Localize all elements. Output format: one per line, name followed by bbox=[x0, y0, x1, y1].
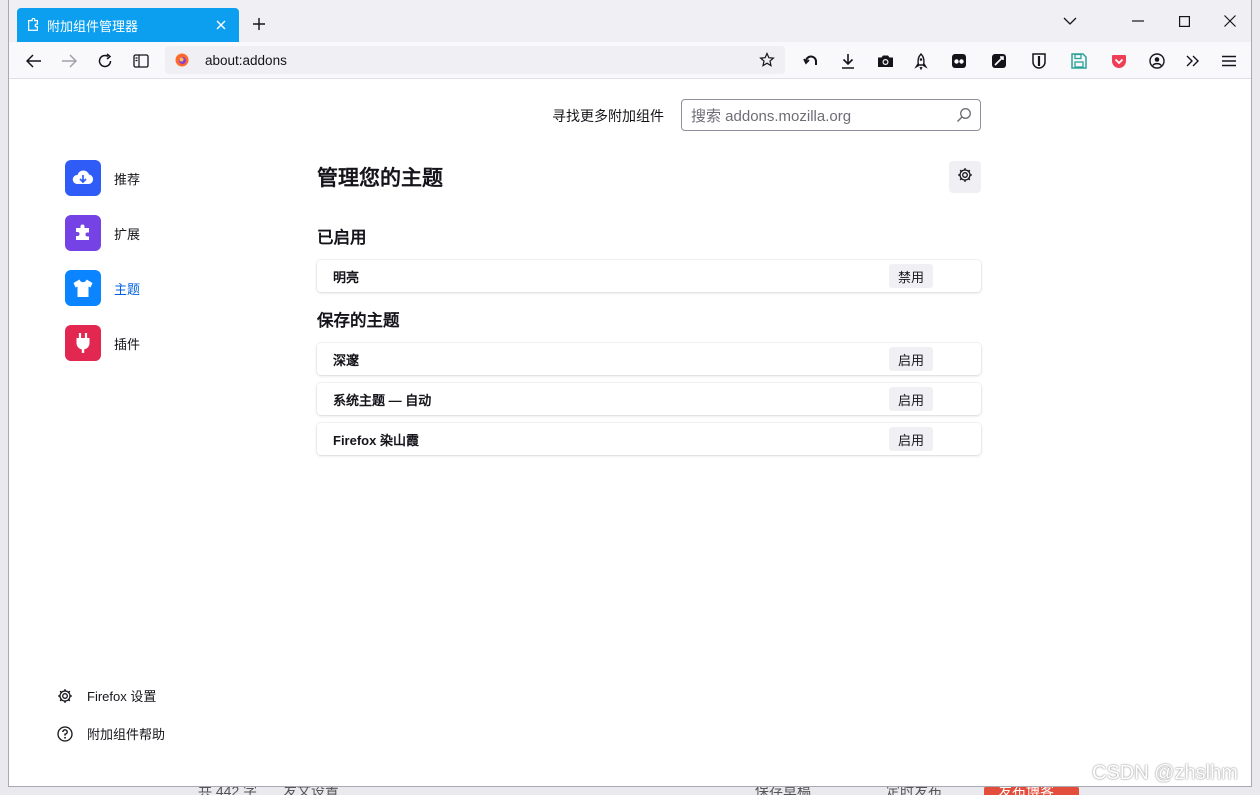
new-tab-button[interactable] bbox=[249, 14, 269, 34]
category-label: 扩展 bbox=[114, 226, 141, 242]
enable-button[interactable]: 启用 bbox=[889, 347, 933, 371]
theme-name: 明亮 bbox=[333, 269, 360, 285]
screenshot-icon[interactable] bbox=[874, 50, 896, 72]
category-label: 主题 bbox=[114, 281, 141, 297]
category-extensions[interactable]: 扩展 bbox=[65, 215, 140, 251]
overflow-chevron-icon[interactable] bbox=[1182, 50, 1204, 72]
tab-list-chevron-icon[interactable] bbox=[1059, 10, 1081, 32]
category-label: 推荐 bbox=[114, 171, 141, 187]
title-bar: 附加组件管理器 bbox=[9, 0, 1251, 42]
tab-title: 附加组件管理器 bbox=[47, 18, 139, 34]
enable-button[interactable]: 启用 bbox=[889, 387, 933, 411]
forward-button[interactable] bbox=[58, 50, 80, 72]
enable-button[interactable]: 启用 bbox=[889, 427, 933, 451]
theme-name: 系统主题 — 自动 bbox=[333, 392, 432, 408]
address-bar[interactable]: about:addons bbox=[165, 46, 785, 74]
save-icon[interactable] bbox=[1068, 50, 1090, 72]
category-label: 插件 bbox=[114, 336, 141, 352]
extension-tool-icon[interactable] bbox=[988, 50, 1010, 72]
maximize-button[interactable] bbox=[1173, 10, 1195, 32]
category-themes[interactable]: 主题 bbox=[65, 270, 140, 306]
extension-game-icon[interactable] bbox=[948, 50, 970, 72]
navigation-toolbar: about:addons bbox=[9, 42, 1251, 79]
page-title: 管理您的主题 bbox=[317, 167, 443, 190]
reload-button[interactable] bbox=[94, 50, 116, 72]
gear-icon bbox=[957, 167, 973, 188]
theme-card-saved[interactable]: 系统主题 — 自动 启用 bbox=[317, 383, 981, 415]
search-label: 寻找更多附加组件 bbox=[552, 108, 664, 124]
bookmark-star-icon[interactable] bbox=[759, 52, 775, 71]
pocket-icon[interactable] bbox=[1108, 50, 1130, 72]
menu-hamburger-icon[interactable] bbox=[1218, 50, 1240, 72]
undo-close-icon[interactable] bbox=[800, 50, 822, 72]
search-icon bbox=[956, 107, 972, 127]
tools-gear-button[interactable] bbox=[949, 161, 981, 193]
shirt-icon bbox=[65, 270, 101, 306]
disable-button[interactable]: 禁用 bbox=[889, 264, 933, 288]
url-text: about:addons bbox=[205, 52, 287, 68]
theme-name: 深邃 bbox=[333, 352, 360, 368]
addons-search-input[interactable]: 搜索 addons.mozilla.org bbox=[681, 99, 981, 131]
theme-card-saved[interactable]: Firefox 染山霞 启用 bbox=[317, 423, 981, 455]
theme-card-saved[interactable]: 深邃 启用 bbox=[317, 343, 981, 375]
close-tab-icon[interactable] bbox=[213, 17, 229, 33]
browser-window: 附加组件管理器 about:addons 寻找更多附加组件 搜索 addons.… bbox=[8, 0, 1252, 787]
close-window-button[interactable] bbox=[1219, 10, 1241, 32]
category-recommended[interactable]: 推荐 bbox=[65, 160, 140, 196]
download-icon[interactable] bbox=[837, 50, 859, 72]
firefox-settings-link[interactable]: Firefox 设置 bbox=[57, 686, 156, 705]
firefox-logo-icon bbox=[173, 51, 191, 69]
puzzle-icon bbox=[65, 215, 101, 251]
help-label: 附加组件帮助 bbox=[87, 727, 166, 742]
cloud-download-icon bbox=[65, 160, 101, 196]
minimize-button[interactable] bbox=[1127, 10, 1149, 32]
sidebar-toggle-icon[interactable] bbox=[130, 50, 152, 72]
tab-addons-manager[interactable]: 附加组件管理器 bbox=[17, 8, 239, 42]
watermark-text: CSDN @zhslhm bbox=[1092, 762, 1238, 784]
addons-page: 寻找更多附加组件 搜索 addons.mozilla.org 推荐 扩展 主题 bbox=[9, 80, 1251, 786]
enabled-heading: 已启用 bbox=[317, 229, 367, 247]
shield-icon[interactable] bbox=[1028, 50, 1050, 72]
theme-name: Firefox 染山霞 bbox=[333, 432, 419, 448]
addons-help-link[interactable]: 附加组件帮助 bbox=[57, 724, 165, 743]
gear-icon bbox=[57, 688, 73, 704]
puzzle-icon bbox=[25, 17, 41, 33]
settings-label: Firefox 设置 bbox=[87, 689, 157, 704]
back-button[interactable] bbox=[23, 50, 45, 72]
search-placeholder: 搜索 addons.mozilla.org bbox=[691, 107, 852, 125]
help-circle-icon bbox=[57, 725, 73, 742]
rocket-icon[interactable] bbox=[910, 50, 932, 72]
theme-card-enabled[interactable]: 明亮 禁用 bbox=[317, 260, 981, 292]
saved-themes-heading: 保存的主题 bbox=[317, 312, 400, 330]
plug-icon bbox=[65, 325, 101, 361]
category-plugins[interactable]: 插件 bbox=[65, 325, 140, 361]
account-icon[interactable] bbox=[1146, 50, 1168, 72]
